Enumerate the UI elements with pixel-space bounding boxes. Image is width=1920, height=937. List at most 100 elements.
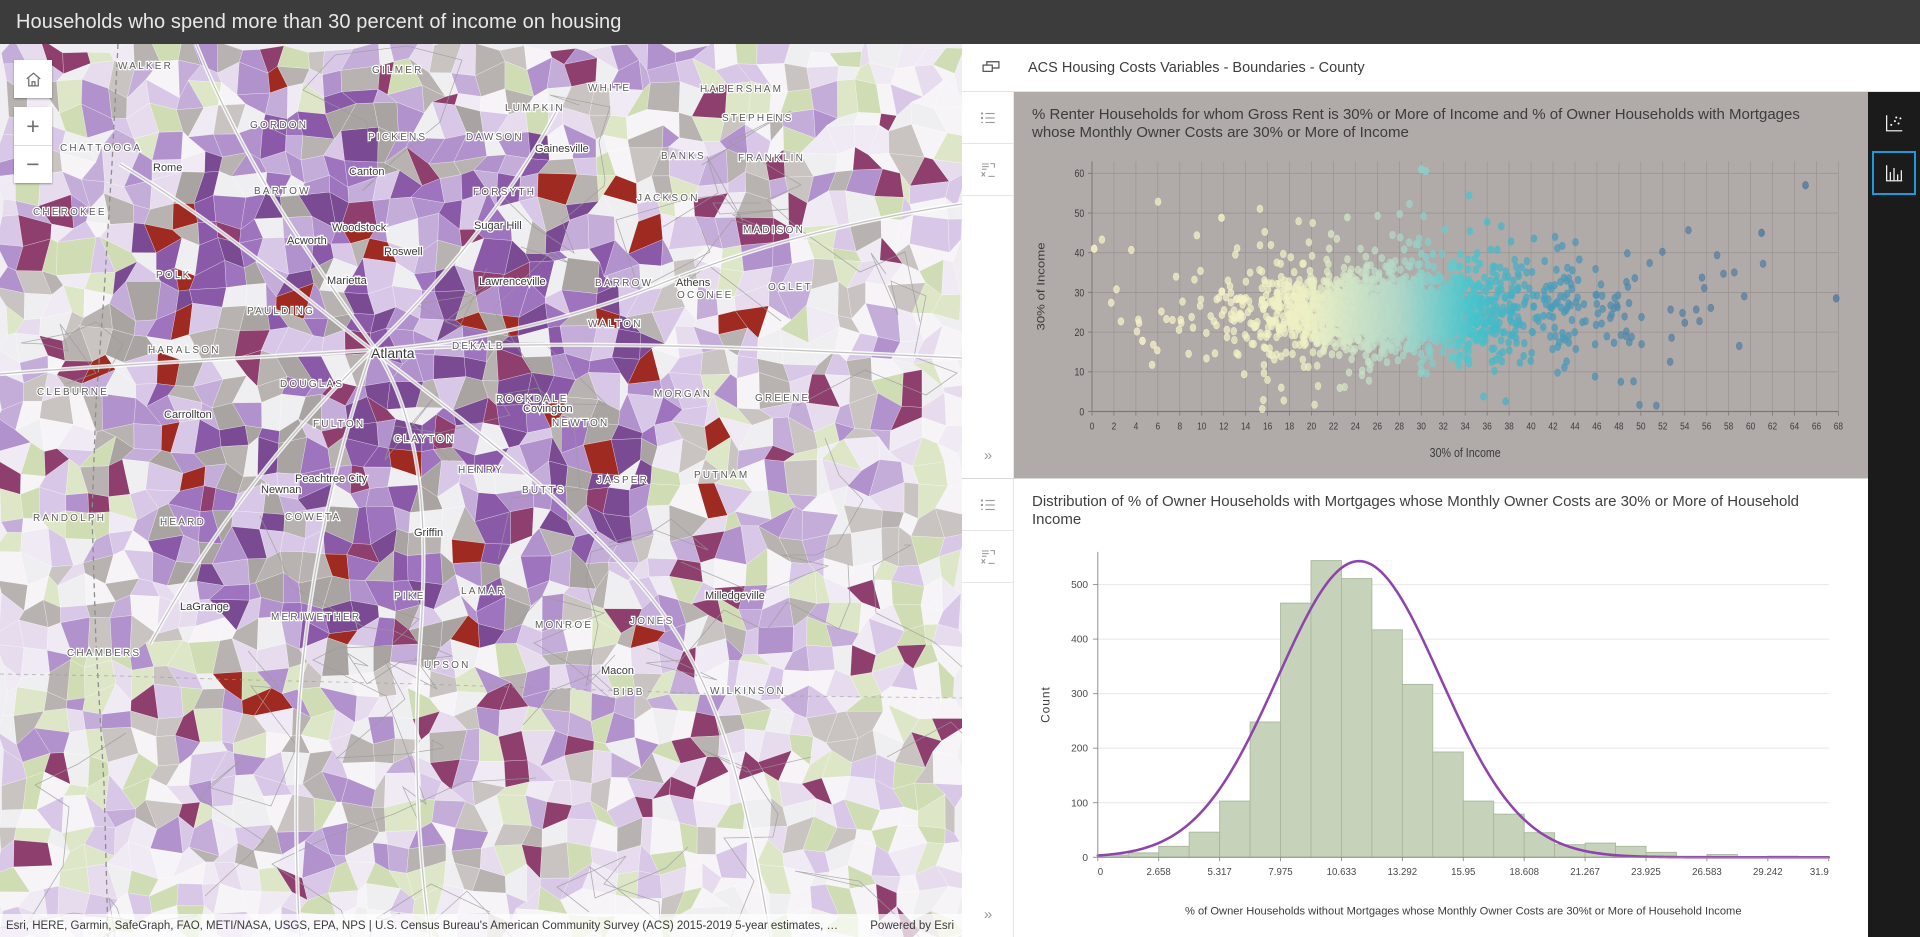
svg-text:21.267: 21.267 xyxy=(1570,867,1600,878)
svg-text:WALTON: WALTON xyxy=(588,319,643,330)
histogram-card-rail: » xyxy=(961,479,1014,937)
svg-text:Griffin: Griffin xyxy=(414,527,443,539)
svg-text:30: 30 xyxy=(1075,288,1085,300)
svg-text:PIKE: PIKE xyxy=(394,591,426,602)
home-icon xyxy=(25,71,41,86)
svg-text:% of Owner Households without: % of Owner Households without Mortgages … xyxy=(1185,906,1742,918)
svg-text:20: 20 xyxy=(1307,420,1316,432)
svg-text:POLK: POLK xyxy=(156,270,191,281)
layers-stack-icon[interactable] xyxy=(962,44,1020,92)
scatter-card-body: % Renter Households for whom Gross Rent … xyxy=(1014,92,1868,478)
svg-text:GILMER: GILMER xyxy=(372,65,424,76)
svg-text:HEARD: HEARD xyxy=(160,517,206,528)
svg-text:Carrollton: Carrollton xyxy=(164,409,212,421)
svg-text:26: 26 xyxy=(1373,420,1382,432)
svg-text:54: 54 xyxy=(1680,420,1689,432)
svg-text:JONES: JONES xyxy=(630,616,674,627)
svg-text:10: 10 xyxy=(1197,420,1206,432)
svg-text:30% of Income: 30% of Income xyxy=(1430,445,1501,460)
histogram-chart-area[interactable]: 0 2.658 5.317 7.975 10.633 13.292 15.95 18.608 2… xyxy=(1028,534,1852,931)
scatter-chart-icon[interactable] xyxy=(1872,101,1916,145)
svg-text:RANDOLPH: RANDOLPH xyxy=(33,513,106,524)
svg-text:CHAMBERS: CHAMBERS xyxy=(67,648,141,659)
svg-text:4: 4 xyxy=(1134,420,1139,432)
svg-text:40: 40 xyxy=(1075,248,1085,260)
zoom-out-button[interactable]: − xyxy=(14,145,52,183)
dock-panel-column: » % Renter Households for whom Gross Ren… xyxy=(961,92,1868,937)
svg-text:Roswell: Roswell xyxy=(384,246,423,258)
svg-text:MADISON: MADISON xyxy=(743,225,805,236)
svg-text:58: 58 xyxy=(1724,420,1733,432)
svg-text:12: 12 xyxy=(1219,420,1228,432)
svg-text:LUMPKIN: LUMPKIN xyxy=(505,103,565,114)
svg-text:JACKSON: JACKSON xyxy=(637,193,700,204)
svg-text:5.317: 5.317 xyxy=(1208,867,1232,878)
svg-text:6: 6 xyxy=(1156,420,1161,432)
svg-text:Marietta: Marietta xyxy=(327,275,368,287)
svg-text:0: 0 xyxy=(1090,420,1095,432)
svg-text:BANKS: BANKS xyxy=(661,151,706,162)
svg-text:66: 66 xyxy=(1812,420,1821,432)
svg-text:36: 36 xyxy=(1483,420,1492,432)
page-title: Households who spend more than 30 percen… xyxy=(16,10,622,33)
svg-text:Atlanta: Atlanta xyxy=(371,345,415,361)
svg-text:MERIWETHER: MERIWETHER xyxy=(271,612,361,623)
plus-icon: + xyxy=(26,112,40,139)
svg-text:DOUGLAS: DOUGLAS xyxy=(280,379,344,390)
svg-text:50: 50 xyxy=(1075,208,1085,220)
svg-text:OCONEE: OCONEE xyxy=(677,290,734,301)
svg-text:20: 20 xyxy=(1075,328,1085,340)
svg-text:HABERSHAM: HABERSHAM xyxy=(700,84,783,95)
svg-text:BIBB: BIBB xyxy=(613,687,645,698)
svg-text:STEPHENS: STEPHENS xyxy=(722,113,794,124)
bar-chart-icon[interactable] xyxy=(1872,151,1916,195)
svg-text:200: 200 xyxy=(1071,744,1088,755)
expand-histogram-card-button[interactable]: » xyxy=(962,891,1014,937)
svg-text:8: 8 xyxy=(1177,420,1182,432)
svg-text:64: 64 xyxy=(1790,420,1799,432)
svg-text:Newnan: Newnan xyxy=(261,484,301,496)
svg-text:14: 14 xyxy=(1241,420,1250,432)
statistics-icon[interactable] xyxy=(961,531,1014,583)
svg-text:18.608: 18.608 xyxy=(1509,867,1539,878)
svg-text:Sugar Hill: Sugar Hill xyxy=(474,220,522,232)
svg-text:Milledgeville: Milledgeville xyxy=(705,590,765,602)
svg-text:400: 400 xyxy=(1071,635,1088,646)
svg-text:24: 24 xyxy=(1351,420,1360,432)
svg-text:PUTNAM: PUTNAM xyxy=(694,470,749,481)
svg-text:0: 0 xyxy=(1082,853,1088,864)
scatter-chart-area[interactable]: 0 2 4 6 8 10 12 14 16 18 20 22 24 26 28 30 32 34 36 38 40 42 4… xyxy=(1028,147,1852,472)
svg-text:FRANKLIN: FRANKLIN xyxy=(738,153,805,164)
svg-text:WHITE: WHITE xyxy=(588,83,631,94)
map-canvas[interactable]: WALKER GILMER WHITE HABERSHAM CHATTOOGA GORDO… xyxy=(0,44,962,937)
svg-text:13.292: 13.292 xyxy=(1388,867,1418,878)
svg-text:46: 46 xyxy=(1592,420,1601,432)
expand-scatter-card-button[interactable]: » xyxy=(962,432,1014,478)
app-title-bar: Households who spend more than 30 percen… xyxy=(0,0,1920,44)
svg-text:PICKENS: PICKENS xyxy=(368,132,427,143)
zoom-in-button[interactable]: + xyxy=(14,107,52,145)
svg-text:CHATTOOGA: CHATTOOGA xyxy=(60,143,142,154)
svg-text:FORSYTH: FORSYTH xyxy=(473,187,536,198)
svg-text:18: 18 xyxy=(1285,420,1294,432)
attribution-text: Esri, HERE, Garmin, SafeGraph, FAO, METI… xyxy=(6,919,838,932)
svg-text:Covington: Covington xyxy=(523,403,573,415)
svg-text:LAMAR: LAMAR xyxy=(461,586,506,597)
svg-text:29.242: 29.242 xyxy=(1753,867,1783,878)
svg-text:LaGrange: LaGrange xyxy=(180,601,229,613)
legend-icon[interactable] xyxy=(961,92,1014,144)
svg-text:31.9: 31.9 xyxy=(1810,867,1829,878)
svg-text:10.633: 10.633 xyxy=(1327,867,1357,878)
svg-text:7.975: 7.975 xyxy=(1268,867,1293,878)
svg-text:Rome: Rome xyxy=(153,162,182,174)
svg-text:40: 40 xyxy=(1526,420,1535,432)
map-view[interactable]: WALKER GILMER WHITE HABERSHAM CHATTOOGA GORDO… xyxy=(0,44,962,937)
svg-text:34: 34 xyxy=(1461,420,1470,432)
legend-icon[interactable] xyxy=(961,479,1014,531)
home-button[interactable] xyxy=(14,60,52,98)
svg-text:Peachtree City: Peachtree City xyxy=(295,473,368,485)
svg-text:44: 44 xyxy=(1570,420,1579,432)
statistics-icon[interactable] xyxy=(961,144,1014,196)
svg-text:FULTON: FULTON xyxy=(313,419,365,430)
svg-text:56: 56 xyxy=(1702,420,1711,432)
